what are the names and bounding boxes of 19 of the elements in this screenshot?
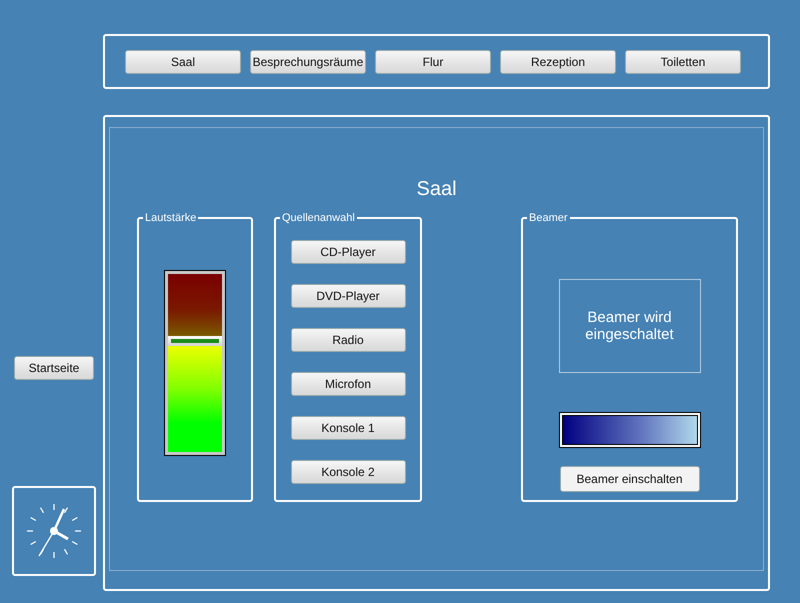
group-legend: Lautstärke bbox=[143, 212, 198, 224]
source-button[interactable]: Microfon bbox=[290, 372, 406, 396]
room-button[interactable]: Saal bbox=[125, 50, 241, 74]
source-button[interactable]: Konsole 2 bbox=[290, 460, 406, 484]
group-legend: Beamer bbox=[527, 212, 570, 224]
group-legend: Quellenanwahl bbox=[280, 212, 357, 224]
source-button[interactable]: Radio bbox=[290, 328, 406, 352]
source-button[interactable]: CD-Player bbox=[290, 240, 406, 264]
room-title: Saal bbox=[415, 178, 458, 202]
source-button[interactable]: Konsole 1 bbox=[290, 416, 406, 440]
beamer-on-button[interactable]: Beamer einschalten bbox=[560, 466, 700, 492]
room-button[interactable]: Flur bbox=[375, 50, 491, 74]
room-button[interactable]: Rezeption bbox=[500, 50, 616, 74]
status-message: Beamer wird eingeschaltet bbox=[558, 279, 700, 373]
home-button[interactable]: Startseite bbox=[14, 356, 94, 380]
room-button[interactable]: Toiletten bbox=[625, 50, 741, 74]
slider-thumb[interactable] bbox=[168, 336, 222, 346]
source-button[interactable]: DVD-Player bbox=[290, 284, 406, 308]
room-button[interactable]: Besprechungsräume bbox=[250, 50, 366, 74]
